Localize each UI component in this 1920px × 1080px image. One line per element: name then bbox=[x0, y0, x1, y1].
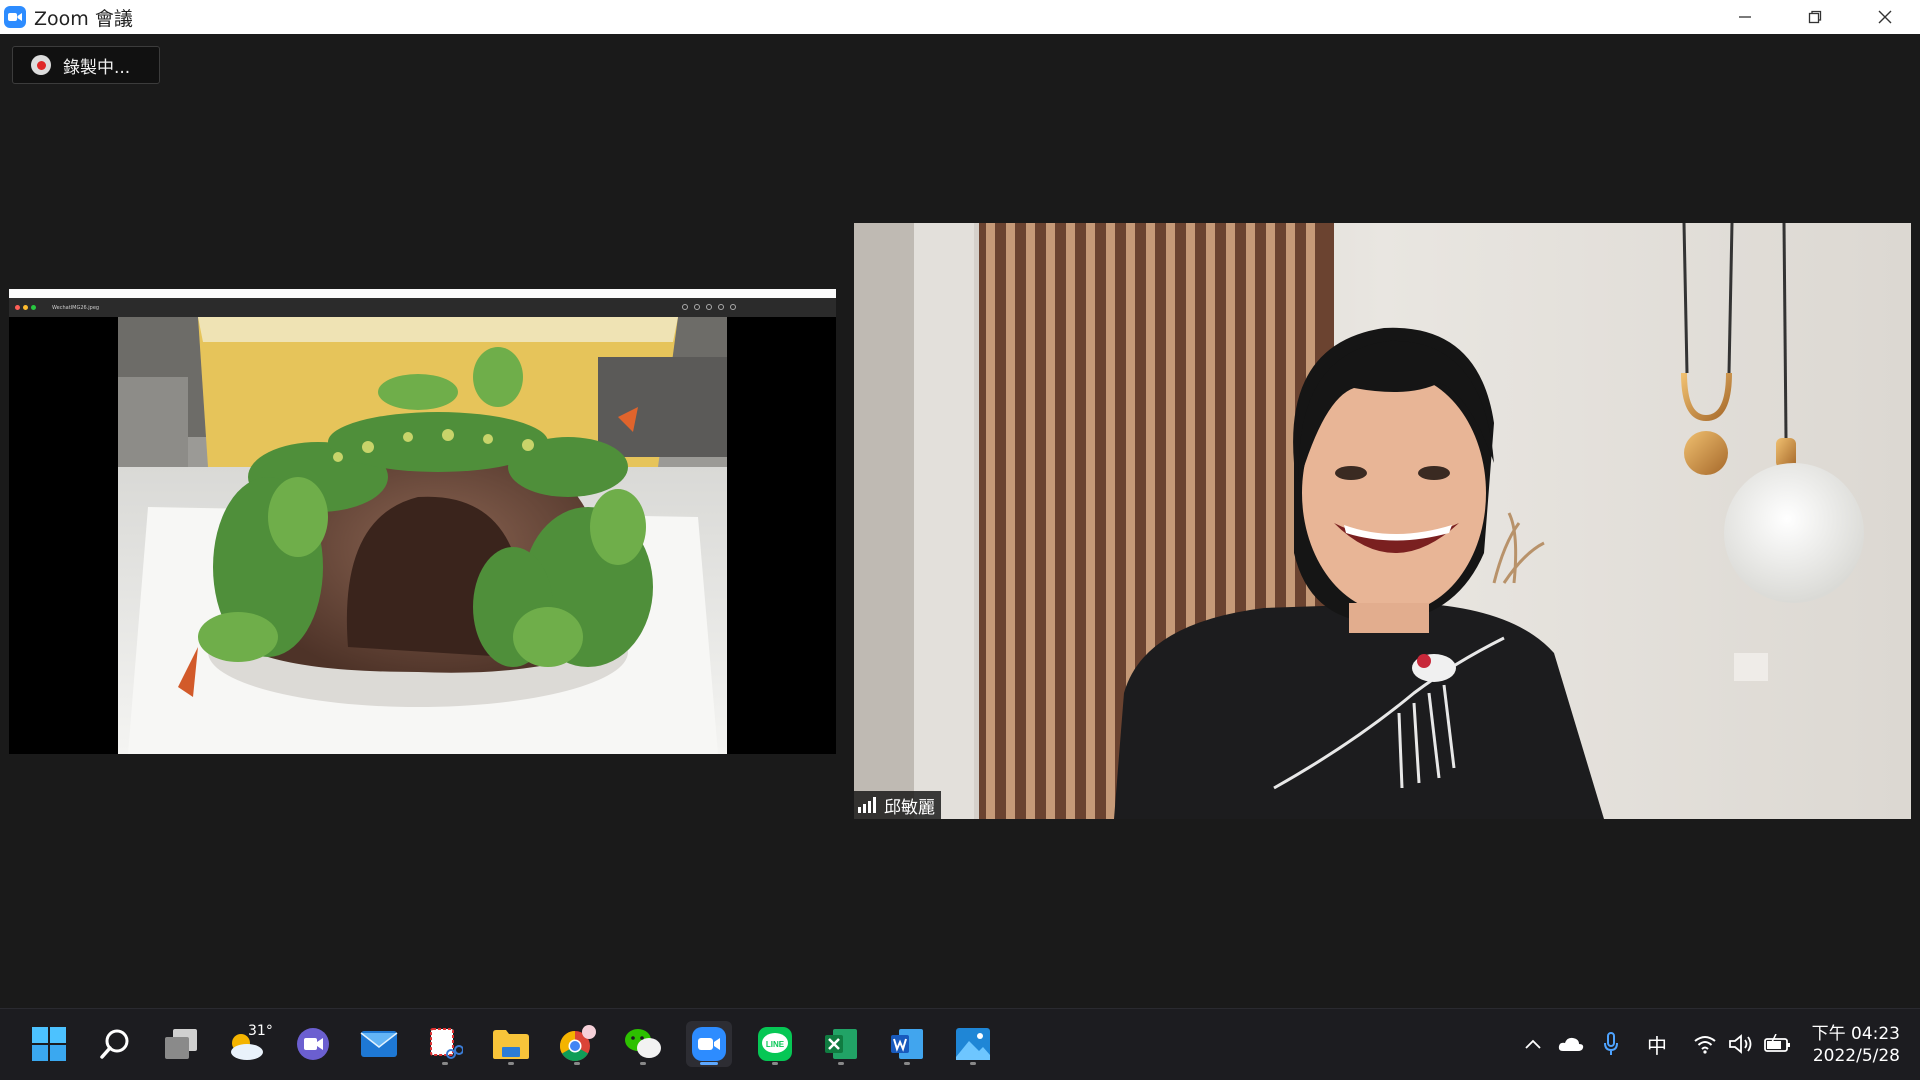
teams-chat-button[interactable] bbox=[290, 1021, 336, 1067]
microphone-icon bbox=[1604, 1032, 1618, 1055]
ime-label: 中 bbox=[1647, 1033, 1667, 1058]
task-view-button[interactable] bbox=[158, 1021, 204, 1067]
excel-button[interactable] bbox=[818, 1021, 864, 1067]
participant-video-tile[interactable]: 邱敏麗 bbox=[854, 223, 1911, 819]
traffic-lights-icon bbox=[15, 305, 36, 310]
participant-name: 邱敏麗 bbox=[884, 797, 935, 818]
wechat-icon bbox=[625, 1029, 661, 1058]
onedrive-cloud-icon bbox=[1558, 1037, 1584, 1051]
onedrive-button[interactable] bbox=[1554, 1021, 1588, 1067]
minimize-icon bbox=[1739, 16, 1751, 18]
weather-widget[interactable]: 31° bbox=[224, 1021, 273, 1067]
folder-icon bbox=[493, 1030, 529, 1059]
speaker-icon bbox=[1729, 1034, 1752, 1054]
close-icon bbox=[1878, 10, 1892, 24]
word-button[interactable] bbox=[884, 1021, 930, 1067]
recording-indicator[interactable]: 錄製中... bbox=[12, 46, 160, 84]
zoom-icon bbox=[692, 1027, 726, 1061]
wifi-button[interactable] bbox=[1690, 1021, 1720, 1067]
restore-icon bbox=[1808, 10, 1822, 24]
clock-date: 2022/5/28 bbox=[1812, 1046, 1900, 1066]
wifi-icon bbox=[1694, 1036, 1716, 1054]
participant-video-feed bbox=[854, 223, 1911, 819]
svg-text:LINE: LINE bbox=[766, 1040, 785, 1049]
start-button[interactable] bbox=[26, 1021, 72, 1067]
zoom-meeting-window: Zoom 會議 錄製中... WechatIMG26.jpeg 邱敏麗 31° … bbox=[0, 0, 1920, 1080]
participant-name-tag: 邱敏麗 bbox=[854, 791, 941, 819]
clock-button[interactable]: 下午 04:23 2022/5/28 bbox=[1812, 1023, 1900, 1067]
search-button[interactable] bbox=[92, 1021, 138, 1067]
mail-icon bbox=[360, 1031, 398, 1057]
battery-button[interactable] bbox=[1762, 1021, 1794, 1067]
window-controls bbox=[1710, 0, 1920, 34]
search-icon bbox=[100, 1029, 129, 1059]
microphone-button[interactable] bbox=[1598, 1021, 1624, 1067]
battery-charging-icon bbox=[1764, 1034, 1790, 1052]
signal-strength-icon bbox=[858, 797, 876, 813]
close-button[interactable] bbox=[1850, 0, 1920, 34]
chrome-button[interactable] bbox=[554, 1021, 600, 1067]
record-icon bbox=[31, 55, 51, 75]
show-hidden-icons-button[interactable] bbox=[1518, 1021, 1548, 1067]
photos-icon bbox=[956, 1028, 990, 1060]
windows-logo-icon bbox=[32, 1027, 66, 1061]
viewer-filename: WechatIMG26.jpeg bbox=[52, 304, 100, 311]
title-bar: Zoom 會議 bbox=[0, 0, 1920, 34]
shared-photo-clay-planter bbox=[118, 317, 727, 754]
minimize-button[interactable] bbox=[1710, 0, 1780, 34]
windows-taskbar: 31° LINE 中 下午 04:23 2022/5/28 bbox=[0, 1008, 1920, 1080]
line-icon: LINE bbox=[758, 1027, 792, 1061]
wechat-button[interactable] bbox=[620, 1021, 666, 1067]
weather-temperature: 31° bbox=[248, 1023, 273, 1039]
recording-label: 錄製中... bbox=[63, 57, 131, 78]
photos-button[interactable] bbox=[950, 1021, 996, 1067]
input-method-indicator[interactable]: 中 bbox=[1642, 1021, 1672, 1067]
mail-button[interactable] bbox=[356, 1021, 402, 1067]
chrome-icon bbox=[559, 1025, 596, 1062]
task-view-icon bbox=[165, 1029, 197, 1059]
restore-button[interactable] bbox=[1780, 0, 1850, 34]
clock-time: 下午 04:23 bbox=[1811, 1024, 1900, 1044]
word-icon bbox=[891, 1029, 923, 1059]
file-explorer-button[interactable] bbox=[488, 1021, 534, 1067]
window-title: Zoom 會議 bbox=[34, 7, 133, 30]
chevron-up-icon bbox=[1525, 1039, 1541, 1049]
excel-icon bbox=[825, 1029, 857, 1059]
volume-button[interactable] bbox=[1726, 1021, 1756, 1067]
line-button[interactable]: LINE bbox=[752, 1021, 798, 1067]
snipping-tool-icon bbox=[430, 1028, 463, 1059]
teams-chat-icon bbox=[297, 1028, 329, 1060]
viewer-tools-icon bbox=[682, 304, 736, 310]
snipping-tool-button[interactable] bbox=[422, 1021, 468, 1067]
zoom-logo-icon bbox=[4, 6, 26, 28]
shared-screen-tile[interactable]: WechatIMG26.jpeg bbox=[9, 289, 836, 754]
image-viewer-toolbar: WechatIMG26.jpeg bbox=[9, 298, 836, 317]
shared-screen-top-strip bbox=[9, 289, 836, 298]
zoom-button[interactable] bbox=[686, 1021, 732, 1067]
